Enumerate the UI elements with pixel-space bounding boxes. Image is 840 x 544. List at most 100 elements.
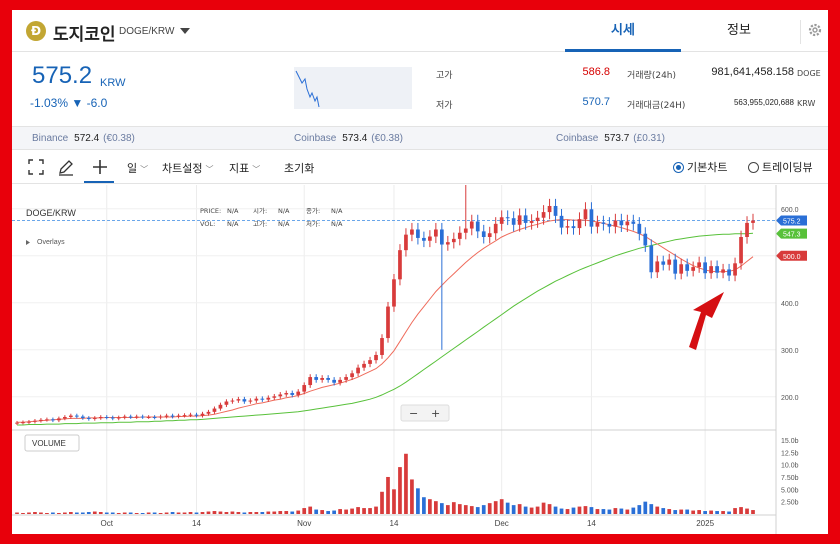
candle-body xyxy=(559,215,564,228)
volume-bar xyxy=(535,506,540,514)
volume-24h-label: 거래량(24h) xyxy=(627,71,677,81)
candle-body xyxy=(98,417,103,419)
candle-body xyxy=(709,266,713,274)
candle-body xyxy=(745,222,749,237)
candle-body xyxy=(625,221,630,226)
volume-bar xyxy=(80,512,85,514)
candle-body xyxy=(445,242,450,245)
volume-bar xyxy=(39,512,43,514)
high-label: 고가 xyxy=(436,71,453,81)
volume-bar xyxy=(170,512,175,514)
candle-body xyxy=(122,416,127,418)
zoom-in-button[interactable]: + xyxy=(431,407,440,420)
sparkline-chart xyxy=(294,67,412,109)
candle-body xyxy=(290,393,295,395)
candle-body xyxy=(733,263,737,276)
exchange-item[interactable]: Coinbase 573.4 (€0.38) xyxy=(294,133,403,144)
crosshair-icon[interactable] xyxy=(90,157,110,177)
candle-body xyxy=(577,219,582,229)
price-chart[interactable]: Oct 14 Nov 14 Dec 14 2025 600.0 500.0 400.0 300.0 2… xyxy=(12,178,828,534)
candle-body xyxy=(302,385,307,392)
volume-bar xyxy=(242,512,247,514)
period-select[interactable]: 일 ﹀ xyxy=(127,160,148,176)
volume-bar xyxy=(260,512,265,514)
coin-dropdown-caret-icon[interactable] xyxy=(180,28,190,34)
coin-pair[interactable]: DOGE/KRW xyxy=(119,26,174,37)
volume-bar xyxy=(751,510,755,514)
radio-checked-icon xyxy=(673,162,684,173)
volume-bar xyxy=(493,501,498,514)
exchange-price-strip: Binance 572.4 (€0.38) Coinbase 573.4 (€0.38)… xyxy=(12,126,828,150)
candle-body xyxy=(326,378,331,380)
trade-amount-unit: KRW xyxy=(797,99,816,108)
candle-body xyxy=(547,205,552,213)
tab-quote[interactable]: 시세 xyxy=(565,10,681,52)
volume-bar xyxy=(529,507,534,514)
volume-bar xyxy=(320,510,325,514)
candle-body xyxy=(499,217,504,224)
reset-button[interactable]: 초기화 xyxy=(284,160,314,176)
volume-bar xyxy=(51,512,55,514)
candle-body xyxy=(589,209,594,227)
trade-amount-value: 563,955,020,688 xyxy=(733,98,794,107)
candle-body xyxy=(146,417,151,419)
view-tradingview-radio[interactable]: 트레이딩뷰 xyxy=(748,159,813,175)
candle-body xyxy=(374,354,378,361)
candle-body xyxy=(505,217,510,219)
candle-body xyxy=(715,266,719,273)
pencil-draw-icon[interactable] xyxy=(56,157,76,177)
price-tag-label: 575.2 xyxy=(783,218,801,225)
exchange-item[interactable]: Binance 572.4 (€0.38) xyxy=(32,133,135,144)
chart-settings-menu[interactable]: 차트설정 ﹀ xyxy=(162,160,213,176)
candle-body xyxy=(116,417,121,419)
tab-info[interactable]: 정보 xyxy=(681,10,797,52)
candle-body xyxy=(463,228,468,233)
candle-body xyxy=(703,262,707,274)
volume-bar xyxy=(434,501,438,514)
fullscreen-icon[interactable] xyxy=(26,157,46,177)
settings-gear-icon[interactable] xyxy=(800,20,824,44)
candle-body xyxy=(152,417,157,419)
volume-bar xyxy=(601,509,606,514)
candle-body xyxy=(45,419,49,421)
candle-body xyxy=(422,237,426,241)
x-tick-label: Nov xyxy=(297,519,311,528)
trade-amount-label: 거래대금(24H) xyxy=(627,101,686,111)
volume-bar xyxy=(607,509,612,514)
candle-body xyxy=(643,233,648,246)
candle-body xyxy=(667,259,672,265)
volume-bar xyxy=(410,479,414,514)
coin-name[interactable]: 도지코인 xyxy=(53,20,116,45)
candle-body xyxy=(356,367,360,374)
volume-tick-label: 12.5b xyxy=(781,450,799,457)
volume-bar xyxy=(356,507,360,514)
candle-body xyxy=(679,264,684,274)
candle-body xyxy=(613,220,618,227)
zoom-out-button[interactable]: − xyxy=(409,407,418,420)
y-tick-label: 600.0 xyxy=(781,207,799,214)
candle-body xyxy=(320,378,325,380)
low-label: 저가 xyxy=(436,101,453,111)
candle-body xyxy=(439,229,444,245)
volume-bar xyxy=(98,512,103,514)
candle-body xyxy=(218,404,223,409)
volume-bar xyxy=(45,513,49,514)
indicators-menu[interactable]: 지표 ﹀ xyxy=(229,160,260,176)
candle-body xyxy=(697,262,702,268)
exchange-item[interactable]: Coinbase 573.7 (£0.31) xyxy=(556,133,665,144)
overlays-toggle[interactable]: Overlays xyxy=(37,239,65,246)
volume-bar xyxy=(86,512,91,514)
candle-body xyxy=(691,267,696,271)
volume-bar xyxy=(571,507,576,514)
view-basic-radio[interactable]: 기본차트 xyxy=(673,159,727,175)
volume-bar xyxy=(200,512,205,514)
candle-body xyxy=(607,223,612,227)
volume-bar xyxy=(667,509,672,514)
volume-bar xyxy=(697,510,702,514)
volume-bar xyxy=(583,506,588,514)
candle-body xyxy=(68,415,73,418)
volume-bar xyxy=(523,506,528,514)
candle-body xyxy=(583,209,588,220)
candle-body xyxy=(284,393,289,395)
volume-bar xyxy=(619,508,624,514)
